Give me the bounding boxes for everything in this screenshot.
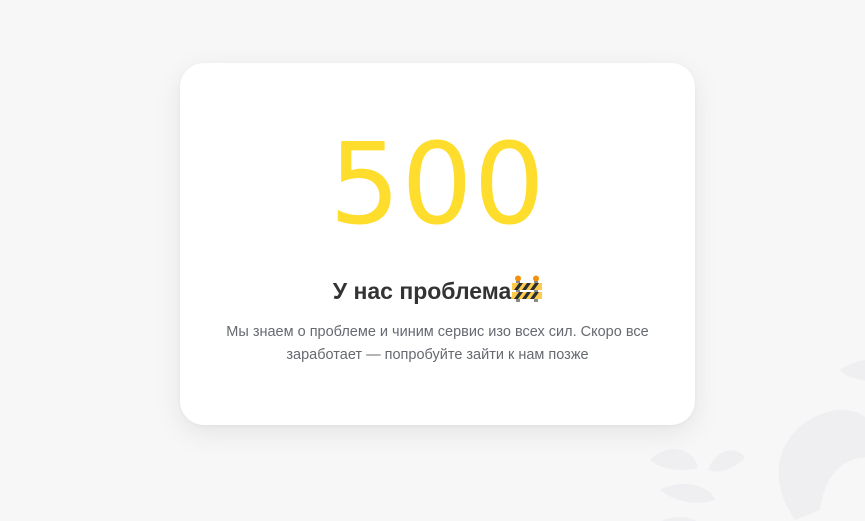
error-description: Мы знаем о проблеме и чиним сервис изо в… <box>226 324 649 363</box>
error-card: 500 У нас проблема Мы знаем о проблеме и… <box>180 63 695 425</box>
error-title: У нас проблема <box>333 275 543 305</box>
error-code: 500 <box>329 120 546 250</box>
construction-barrier-icon <box>512 275 543 302</box>
error-title-text: У нас проблема <box>332 278 512 304</box>
error-page: 500 У нас проблема Мы знаем о проблеме и… <box>0 0 865 521</box>
